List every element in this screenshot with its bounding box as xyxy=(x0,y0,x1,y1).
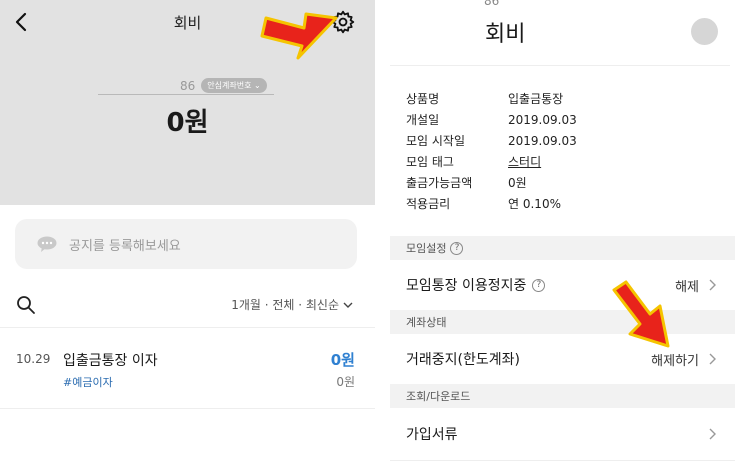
chevron-right-icon xyxy=(709,279,716,291)
info-key: 상품명 xyxy=(406,92,440,106)
account-number: 86 xyxy=(180,78,196,93)
annotation-arrow xyxy=(260,12,338,60)
transaction-amount: 0원 xyxy=(330,351,355,369)
section-header-lookup: 조회/다운로드 xyxy=(390,384,735,408)
info-row: 출금가능금액 0원 xyxy=(406,172,577,193)
info-key: 모임 시작일 xyxy=(406,134,466,148)
info-key: 모임 태그 xyxy=(406,155,454,169)
divider xyxy=(390,460,735,461)
section-title: 조회/다운로드 xyxy=(406,390,471,403)
suspend-usage-row[interactable]: 모임통장 이용정지중 ? 해제 xyxy=(390,260,735,310)
release-link[interactable]: 해제 xyxy=(675,276,699,295)
account-number-fragment: 86 xyxy=(484,0,500,8)
filter-dropdown[interactable]: 1개월 · 전체 · 최신순 xyxy=(231,296,353,313)
help-icon[interactable]: ? xyxy=(450,241,464,255)
row-label: 모임통장 이용정지중 ? xyxy=(406,275,546,295)
safe-number-badge[interactable]: 안심계좌번호 ⌄ xyxy=(201,78,267,93)
meeting-account-screen: 회비 86 안심계좌번호 ⌄ 0원 공지를 등록해보세요 1개월 · 전체 · … xyxy=(0,0,375,471)
transaction-title: 입출금통장 이자 xyxy=(63,353,158,369)
info-value: 2019.09.03 xyxy=(508,133,577,148)
account-info-list: 상품명 입출금통장 개설일 2019.09.03 모임 시작일 2019.09.… xyxy=(406,88,577,214)
info-value: 입출금통장 xyxy=(508,92,564,106)
account-underline xyxy=(98,94,274,95)
info-row: 모임 태그 스터디 xyxy=(406,151,577,172)
section-title: 모임설정 xyxy=(406,242,447,255)
divider xyxy=(0,327,375,328)
notice-input[interactable]: 공지를 등록해보세요 xyxy=(15,219,357,269)
balance-amount: 0원 xyxy=(166,108,209,138)
info-key: 개설일 xyxy=(406,113,440,127)
search-icon[interactable] xyxy=(16,295,36,315)
transaction-tag[interactable]: #예금이자 xyxy=(63,374,113,390)
info-key: 출금가능금액 xyxy=(406,176,473,190)
halt-label: 거래중지(한도계좌) xyxy=(406,352,520,368)
account-settings-screen: 86 회비 상품명 입출금통장 개설일 2019.09.03 모임 시작일 20… xyxy=(390,0,735,471)
info-value: 2019.09.03 xyxy=(508,112,577,127)
divider xyxy=(390,65,730,66)
info-row: 적용금리 연 0.10% xyxy=(406,193,577,214)
avatar[interactable] xyxy=(691,18,718,45)
transaction-balance: 0원 xyxy=(336,375,355,389)
notice-placeholder: 공지를 등록해보세요 xyxy=(69,238,181,254)
release-button[interactable]: 해제하기 xyxy=(651,350,699,369)
chevron-down-icon xyxy=(343,302,353,308)
settings-title: 회비 xyxy=(485,22,526,47)
section-title: 계좌상태 xyxy=(406,316,447,329)
section-header-account-status: 계좌상태 xyxy=(390,310,735,334)
transaction-date: 10.29 xyxy=(16,352,51,366)
enrollment-docs-row[interactable]: 가입서류 xyxy=(390,408,735,460)
docs-label: 가입서류 xyxy=(406,427,458,443)
annotation-arrow xyxy=(612,280,670,348)
info-value: 0원 xyxy=(508,176,527,190)
meeting-tag-link[interactable]: 스터디 xyxy=(508,153,541,170)
info-row: 상품명 입출금통장 xyxy=(406,88,577,109)
divider xyxy=(0,408,375,409)
filter-label: 1개월 · 전체 · 최신순 xyxy=(231,298,339,312)
info-row: 개설일 2019.09.03 xyxy=(406,109,577,130)
transaction-halt-row[interactable]: 거래중지(한도계좌) 해제하기 xyxy=(390,334,735,384)
info-row: 모임 시작일 2019.09.03 xyxy=(406,130,577,151)
account-number-row[interactable]: 86 안심계좌번호 ⌄ xyxy=(180,78,267,93)
help-icon[interactable]: ? xyxy=(532,278,546,292)
safe-number-label: 안심계좌번호 xyxy=(207,81,252,90)
section-header-meeting-settings: 모임설정 ? xyxy=(390,236,735,260)
suspend-label: 모임통장 이용정지중 xyxy=(406,278,527,294)
chevron-right-icon xyxy=(709,353,716,365)
info-key: 적용금리 xyxy=(406,197,451,211)
info-value: 연 0.10% xyxy=(508,197,561,211)
chat-bubble-icon xyxy=(37,236,57,252)
account-hero: 회비 86 안심계좌번호 ⌄ 0원 xyxy=(0,0,375,205)
chevron-right-icon xyxy=(709,428,716,440)
